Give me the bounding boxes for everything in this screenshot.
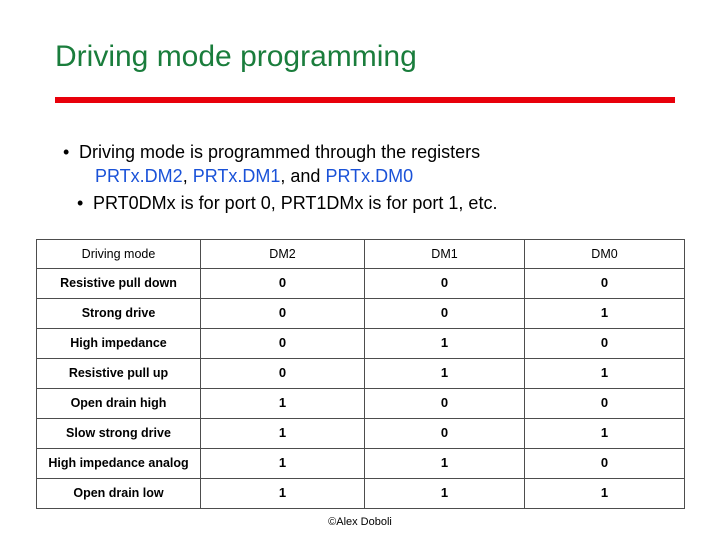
cell-dm0: 1: [524, 418, 685, 449]
cell-dm1: 0: [364, 418, 525, 449]
driving-mode-table: Driving mode DM2 DM1 DM0 Resistive pull …: [36, 239, 685, 509]
cell-mode: Slow strong drive: [36, 418, 201, 449]
slide: Driving mode programming • Driving mode i…: [0, 0, 720, 540]
cell-dm0: 0: [524, 268, 685, 299]
cell-dm2: 1: [200, 478, 365, 509]
column-header-driving-mode: Driving mode: [36, 239, 201, 269]
cell-mode: High impedance: [36, 328, 201, 359]
cell-dm1: 1: [364, 358, 525, 389]
cell-dm2: 0: [200, 328, 365, 359]
cell-dm1: 0: [364, 298, 525, 329]
slide-footer-copyright: ©Alex Doboli: [328, 516, 392, 528]
table-row: Open drain high 1 0 0: [36, 388, 685, 419]
bullet-item-1-continuation: PRTx.DM2, PRTx.DM1, and PRTx.DM0: [55, 164, 685, 188]
table-row: Resistive pull up 0 1 1: [36, 358, 685, 389]
cell-dm1: 1: [364, 328, 525, 359]
separator-2: , and: [280, 166, 326, 187]
cell-dm0: 0: [524, 448, 685, 479]
cell-dm2: 0: [200, 298, 365, 329]
separator-1: ,: [182, 166, 193, 187]
cell-dm2: 1: [200, 388, 365, 419]
table-row: Strong drive 0 0 1: [36, 298, 685, 329]
bullet-2-text: PRT0DMx is for port 0, PRT1DMx is for po…: [93, 192, 498, 213]
cell-mode: Resistive pull up: [36, 358, 201, 389]
bullet-item-1: • Driving mode is programmed through the …: [55, 140, 685, 164]
bullet-marker: •: [63, 142, 70, 162]
table-row: High impedance analog 1 1 0: [36, 448, 685, 479]
cell-dm0: 1: [524, 298, 685, 329]
cell-mode: Resistive pull down: [36, 268, 201, 299]
register-prtx-dm1: PRTx.DM1: [192, 166, 281, 187]
cell-dm1: 1: [364, 478, 525, 509]
cell-dm2: 0: [200, 268, 365, 299]
column-header-dm2: DM2: [200, 239, 365, 269]
table-row: High impedance 0 1 0: [36, 328, 685, 359]
register-prtx-dm0: PRTx.DM0: [325, 166, 414, 187]
cell-dm1: 0: [364, 388, 525, 419]
bullet-1-text: Driving mode is programmed through the r…: [79, 142, 481, 162]
cell-mode: Open drain low: [36, 478, 201, 509]
column-header-dm0: DM0: [524, 239, 685, 269]
cell-dm0: 0: [524, 388, 685, 419]
bullet-list: • Driving mode is programmed through the …: [55, 140, 685, 215]
cell-mode: Strong drive: [36, 298, 201, 329]
table-row: Slow strong drive 1 0 1: [36, 418, 685, 449]
register-prtx-dm2: PRTx.DM2: [95, 166, 183, 187]
cell-dm1: 0: [364, 268, 525, 299]
table-row: Open drain low 1 1 1: [36, 478, 685, 509]
cell-dm0: 1: [524, 358, 685, 389]
table-row: Resistive pull down 0 0 0: [36, 268, 685, 299]
bullet-item-2: • PRT0DMx is for port 0, PRT1DMx is for p…: [55, 191, 685, 215]
cell-dm2: 1: [200, 448, 365, 479]
cell-dm0: 1: [524, 478, 685, 509]
page-title: Driving mode programming: [55, 40, 417, 73]
cell-dm0: 0: [524, 328, 685, 359]
cell-dm2: 1: [200, 418, 365, 449]
title-divider: [55, 97, 675, 103]
cell-mode: High impedance analog: [36, 448, 201, 479]
cell-dm1: 1: [364, 448, 525, 479]
cell-dm2: 0: [200, 358, 365, 389]
bullet-marker: •: [77, 192, 84, 213]
cell-mode: Open drain high: [36, 388, 201, 419]
table-header-row: Driving mode DM2 DM1 DM0: [36, 239, 685, 269]
column-header-dm1: DM1: [364, 239, 525, 269]
